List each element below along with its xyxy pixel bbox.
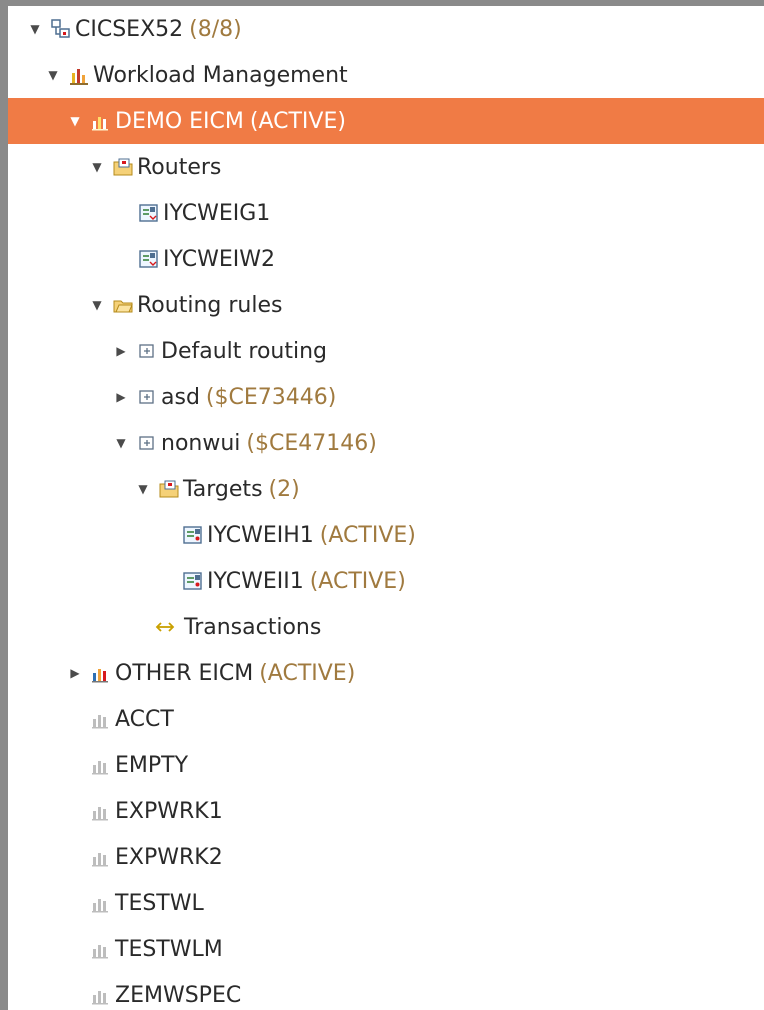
tree-node-workload[interactable]: EXPWRK1 [8,788,764,834]
tree-node-routing-rules[interactable]: ▼ Routing rules [8,282,764,328]
tree-node-workload[interactable]: TESTWLM [8,926,764,972]
target-icon [182,570,204,592]
node-label: EXPWRK1 [115,798,223,824]
tree-node-workload[interactable]: TESTWL [8,880,764,926]
tree-node-router[interactable]: IYCWEIG1 [8,190,764,236]
node-status: (ACTIVE) [259,660,356,686]
tree-node-workload[interactable]: ACCT [8,696,764,742]
node-label: Routers [137,154,222,180]
node-status: (ACTIVE) [319,522,416,548]
router-icon [138,202,160,224]
node-label: IYCWEIW2 [163,246,275,272]
target-icon [182,524,204,546]
tree-node-workload[interactable]: EXPWRK2 [8,834,764,880]
tree-node-rule-nonwui[interactable]: ▼ nonwui ($CE47146) [8,420,764,466]
chart-icon [90,800,112,822]
rule-icon [136,340,158,362]
tree-node-target[interactable]: IYCWEIH1 (ACTIVE) [8,512,764,558]
node-label: EXPWRK2 [115,844,223,870]
expand-toggle[interactable]: ▼ [88,296,106,314]
node-label: DEMO EICM [115,108,244,134]
node-label: CICSEX52 [75,16,184,42]
node-status: ($CE73446) [205,384,337,410]
expand-toggle[interactable]: ▼ [66,112,84,130]
folder-icon [158,478,180,500]
tree-node-cicsex52[interactable]: ▼ CICSEX52 (8/8) [8,6,764,52]
node-label: asd [161,384,200,410]
expand-toggle[interactable]: ▶ [112,388,130,406]
node-label: Routing rules [137,292,283,318]
tree-node-rule-asd[interactable]: ▶ asd ($CE73446) [8,374,764,420]
chart-icon [90,754,112,776]
chart-active-icon [90,662,112,684]
node-status: ($CE47146) [246,430,377,456]
folder-open-icon [112,294,134,316]
node-label: IYCWEIG1 [163,200,271,226]
tree-node-demo-eicm[interactable]: ▼ DEMO EICM (ACTIVE) [8,98,764,144]
folder-icon [112,156,134,178]
node-label: TESTWLM [115,936,223,962]
tree-node-workload[interactable]: ZEMWSPEC [8,972,764,1010]
chart-icon [90,938,112,960]
router-icon [138,248,160,270]
tree-node-router[interactable]: IYCWEIW2 [8,236,764,282]
expand-toggle[interactable]: ▼ [88,158,106,176]
workload-icon [68,64,90,86]
tree-node-targets[interactable]: ▼ Targets (2) [8,466,764,512]
tree-node-workload[interactable]: EMPTY [8,742,764,788]
node-label: IYCWEIH1 [207,522,314,548]
node-label: Default routing [161,338,327,364]
expand-toggle[interactable]: ▶ [112,342,130,360]
tree-node-workload-management[interactable]: ▼ Workload Management [8,52,764,98]
server-icon [50,18,72,40]
tree-node-target[interactable]: IYCWEII1 (ACTIVE) [8,558,764,604]
tree-panel: ▼ CICSEX52 (8/8) ▼ Workload Management ▼… [8,6,764,1010]
node-label: IYCWEII1 [207,568,304,594]
expand-toggle[interactable]: ▼ [112,434,130,452]
expand-toggle[interactable]: ▼ [44,66,62,84]
node-label: Workload Management [93,62,348,88]
node-status: (2) [268,476,300,502]
node-status: (ACTIVE) [309,568,406,594]
node-label: nonwui [161,430,241,456]
node-label: TESTWL [115,890,204,916]
node-label: EMPTY [115,752,189,778]
chart-icon [90,892,112,914]
node-status: (8/8) [189,16,242,42]
chart-active-icon [90,110,112,132]
chart-icon [90,708,112,730]
expand-toggle[interactable]: ▶ [66,664,84,682]
expand-toggle[interactable]: ▼ [134,480,152,498]
transaction-icon [152,616,178,638]
chart-icon [90,846,112,868]
rule-icon [136,386,158,408]
expand-toggle[interactable]: ▼ [26,20,44,38]
node-label: ACCT [115,706,174,732]
node-status: (ACTIVE) [249,108,346,134]
tree-node-rule-default-routing[interactable]: ▶ Default routing [8,328,764,374]
node-label: Targets [183,476,263,502]
node-label: Transactions [184,614,322,640]
rule-icon [136,432,158,454]
tree-node-other-eicm[interactable]: ▶ OTHER EICM (ACTIVE) [8,650,764,696]
tree-node-transactions[interactable]: Transactions [8,604,764,650]
node-label: OTHER EICM [115,660,254,686]
tree-node-routers[interactable]: ▼ Routers [8,144,764,190]
node-label: ZEMWSPEC [115,982,242,1008]
chart-icon [90,984,112,1006]
